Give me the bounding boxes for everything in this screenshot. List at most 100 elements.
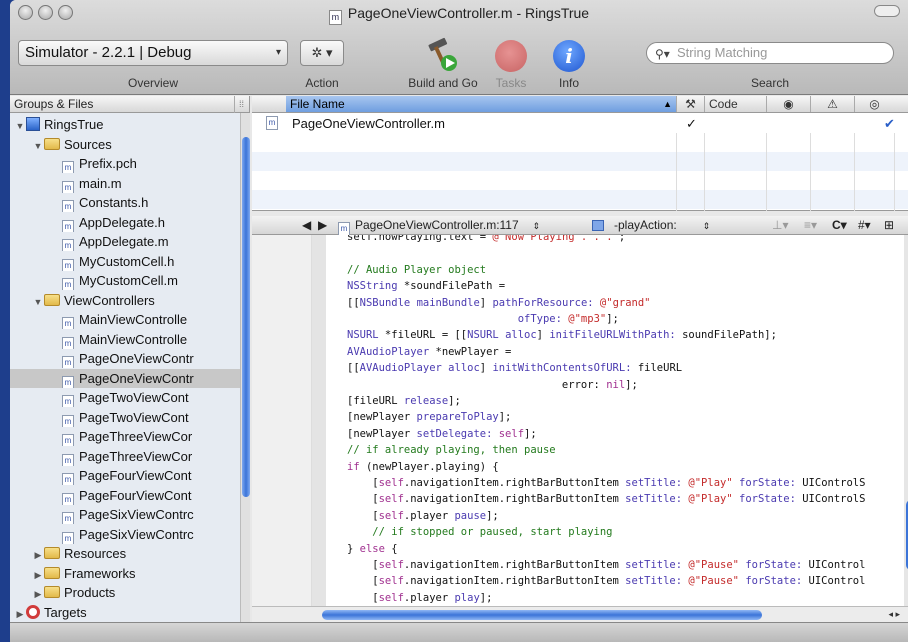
build-and-go-button[interactable]: [424, 37, 460, 73]
file-list-row[interactable]: m PageOneViewController.m ✓ ✔: [252, 114, 908, 133]
editor-horizontal-scrollbar[interactable]: ◂ ▸: [252, 606, 908, 622]
sidebar-item[interactable]: ▶ Products: [10, 583, 240, 602]
forward-arrow-icon[interactable]: ▶: [318, 216, 327, 234]
code-line: // Audio Player object: [347, 262, 486, 279]
source-file-icon: m: [62, 512, 74, 524]
code-token: NSURL: [347, 329, 379, 342]
sidebar-item[interactable]: ▼ Sources: [10, 135, 240, 154]
warnings-column-header[interactable]: ⚠: [810, 96, 854, 112]
file-type-column-header[interactable]: [252, 96, 286, 112]
code-token: // if stopped or paused, start playing: [347, 526, 613, 539]
search-field[interactable]: ⚲▾ String Matching: [646, 42, 894, 64]
sidebar-item-label: PageFourViewCont: [79, 468, 192, 483]
sidebar-item[interactable]: ▶ Targets: [10, 603, 240, 622]
code-column-header[interactable]: Code: [704, 96, 766, 112]
sidebar-scroll-thumb[interactable]: [242, 137, 250, 497]
info-label: Info: [558, 76, 579, 90]
sidebar-item[interactable]: m PageFourViewCont: [10, 486, 240, 505]
code-token: nil: [606, 378, 626, 391]
disclosure-open-icon[interactable]: ▼: [14, 117, 26, 134]
code-text[interactable]: self.nowPlaying.text = @"Now Playing . .…: [347, 235, 902, 603]
sidebar-item[interactable]: m PageSixViewContrc: [10, 505, 240, 524]
sidebar-item[interactable]: m PageSixViewContrc: [10, 525, 240, 544]
info-icon[interactable]: i: [553, 40, 585, 72]
code-line: [self.navigationItem.rightBarButtonItem …: [347, 573, 865, 590]
disclosure-open-icon[interactable]: ▼: [32, 137, 44, 154]
sidebar-item-label: MainViewControlle: [79, 312, 188, 327]
code-token: [: [347, 509, 379, 522]
counterpart-icon[interactable]: ⊞: [884, 216, 894, 234]
sidebar-item[interactable]: m main.m: [10, 174, 240, 193]
code-editor[interactable]: self.nowPlaying.text = @"Now Playing . .…: [252, 235, 908, 606]
sidebar-item[interactable]: m MainViewControlle: [10, 330, 240, 349]
target-checkbox[interactable]: ✔: [884, 114, 895, 133]
sidebar-item[interactable]: m PageTwoViewCont: [10, 408, 240, 427]
sidebar-item[interactable]: m PageFourViewCont: [10, 466, 240, 485]
horizontal-scroll-thumb[interactable]: [322, 610, 762, 620]
sidebar-item[interactable]: m Prefix.pch: [10, 154, 240, 173]
splitter-grip-icon[interactable]: ⁞⁞: [234, 96, 248, 113]
bookmarks-icon[interactable]: ⊥▾: [772, 216, 788, 234]
target-icon: [26, 604, 40, 619]
code-line: [newPlayer setDelegate: self];: [347, 426, 537, 443]
disclosure-closed-icon[interactable]: ▶: [32, 546, 44, 563]
code-line: NSString *soundFilePath =: [347, 278, 505, 295]
code-token: ];: [479, 591, 493, 603]
breakpoints-icon[interactable]: ≡▾: [804, 216, 817, 234]
sidebar-item[interactable]: m PageTwoViewCont: [10, 388, 240, 407]
code-token: @"grand": [599, 296, 651, 309]
includes-icon[interactable]: #▾: [858, 216, 871, 234]
sidebar-item[interactable]: ▶ Resources: [10, 544, 240, 563]
sidebar-item[interactable]: m MyCustomCell.h: [10, 252, 240, 271]
sidebar-item[interactable]: m AppDelegate.h: [10, 213, 240, 232]
folder-icon: [44, 586, 60, 598]
sidebar-item[interactable]: m PageOneViewContr: [10, 349, 240, 368]
code-token: ];: [486, 509, 499, 522]
disclosure-closed-icon[interactable]: ▶: [32, 566, 44, 583]
sidebar-header-label: Groups & Files: [14, 97, 94, 111]
build-status-column-header[interactable]: ⚒: [676, 96, 704, 112]
toolbar-toggle-button[interactable]: [874, 5, 900, 17]
sidebar-item[interactable]: m PageThreeViewCor: [10, 427, 240, 446]
sidebar-item[interactable]: ▶ Frameworks: [10, 564, 240, 583]
disclosure-closed-icon[interactable]: ▶: [14, 605, 26, 622]
code-token: self: [378, 575, 404, 588]
sidebar-item-label: Resources: [64, 546, 127, 561]
function-popup[interactable]: -playAction: ⇕: [614, 216, 710, 235]
file-history-popup[interactable]: m PageOneViewController.m:117 ⇕: [338, 216, 540, 236]
source-file-icon: m: [62, 453, 74, 466]
classes-icon[interactable]: C▾: [832, 216, 847, 234]
code-token: NSURL: [467, 329, 499, 342]
action-button[interactable]: ✲ ▾: [300, 40, 344, 66]
code-token: [: [347, 477, 379, 489]
tasks-stop-icon[interactable]: [495, 40, 527, 72]
sidebar-item[interactable]: ▼ RingsTrue: [10, 115, 240, 134]
disclosure-open-icon[interactable]: ▼: [32, 293, 44, 310]
file-list-row-name: PageOneViewController.m: [292, 116, 445, 131]
code-folding-ribbon[interactable]: [312, 235, 326, 606]
editor-vertical-scrollbar[interactable]: [904, 235, 908, 606]
code-token: fileURL: [631, 362, 683, 375]
target-column-header[interactable]: ◎: [854, 96, 894, 112]
source-file-icon: m: [62, 531, 74, 544]
sidebar-item[interactable]: m Constants.h: [10, 193, 240, 212]
sidebar-item[interactable]: m MyCustomCell.m: [10, 271, 240, 290]
errors-column-header[interactable]: ◉: [766, 96, 810, 112]
editor-navigation-bar: ◀ ▶ m PageOneViewController.m:117 ⇕ -playA…: [252, 216, 908, 236]
code-token: initWithContentsOfURL:: [492, 362, 632, 375]
sidebar-item[interactable]: ▼ ViewControllers: [10, 291, 240, 310]
disclosure-closed-icon[interactable]: ▶: [32, 585, 44, 602]
build-and-go-label: Build and Go: [408, 76, 478, 90]
overview-select-value: Simulator - 2.2.1 | Debug: [25, 44, 192, 61]
sidebar-item[interactable]: m PageOneViewContr: [10, 368, 240, 388]
code-line: if (newPlayer.playing) {: [347, 459, 499, 476]
file-list-header: File Name ▲ ⚒ Code ◉ ⚠ ◎: [252, 96, 908, 113]
back-arrow-icon[interactable]: ◀: [302, 216, 311, 234]
overview-select[interactable]: Simulator - 2.2.1 | Debug ▾: [18, 40, 288, 66]
sidebar-item[interactable]: m PageThreeViewCor: [10, 447, 240, 466]
sidebar-item[interactable]: m AppDelegate.m: [10, 232, 240, 251]
scroll-arrows-icon[interactable]: ◂ ▸: [888, 607, 900, 621]
sidebar-item[interactable]: m MainViewControlle: [10, 310, 240, 329]
file-name-column-header[interactable]: File Name ▲: [286, 96, 676, 112]
sidebar-scrollbar[interactable]: [240, 113, 250, 642]
